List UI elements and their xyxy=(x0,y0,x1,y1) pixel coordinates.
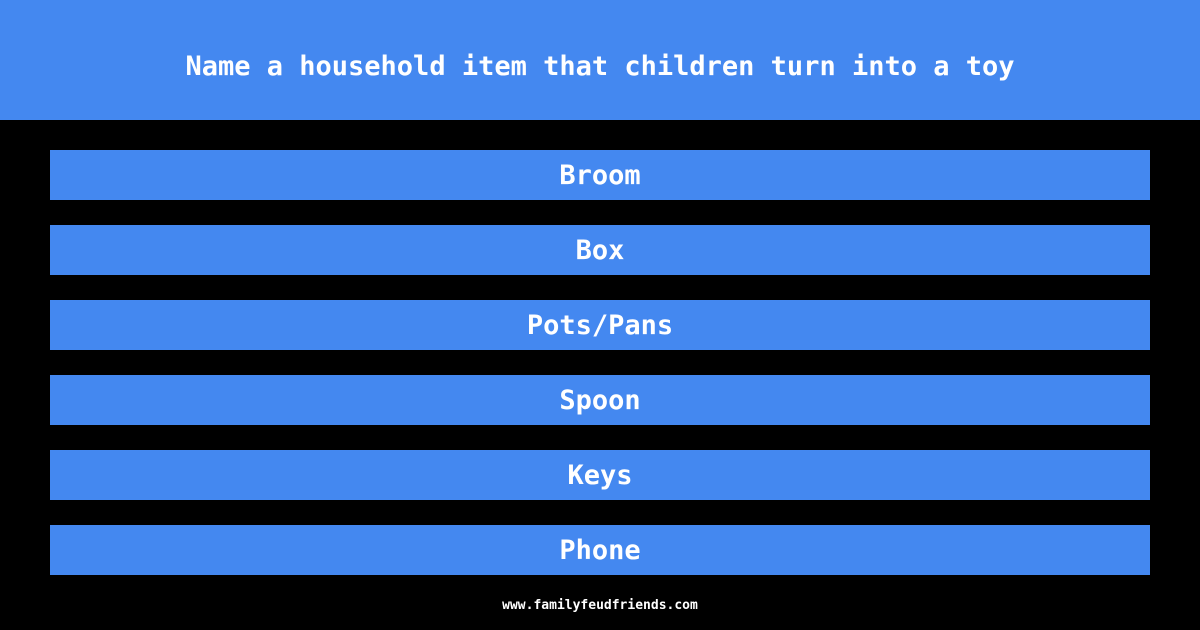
answer-label: Spoon xyxy=(559,384,641,416)
answer-label: Broom xyxy=(559,159,641,191)
answer-label: Keys xyxy=(567,459,633,491)
question-title: Name a household item that children turn… xyxy=(185,50,1015,82)
answer-item: Phone xyxy=(50,525,1150,575)
answer-item: Spoon xyxy=(50,375,1150,425)
answer-label: Pots/Pans xyxy=(526,309,674,341)
question-header: Name a household item that children turn… xyxy=(0,0,1200,120)
answer-item: Pots/Pans xyxy=(50,300,1150,350)
answer-list: Broom Box Pots/Pans Spoon Keys Phone xyxy=(50,150,1150,600)
answer-label: Box xyxy=(575,234,625,266)
answer-label: Phone xyxy=(559,534,641,566)
site-url: www.familyfeudfriends.com xyxy=(502,598,698,613)
answer-item: Box xyxy=(50,225,1150,275)
answer-item: Keys xyxy=(50,450,1150,500)
answer-item: Broom xyxy=(50,150,1150,200)
